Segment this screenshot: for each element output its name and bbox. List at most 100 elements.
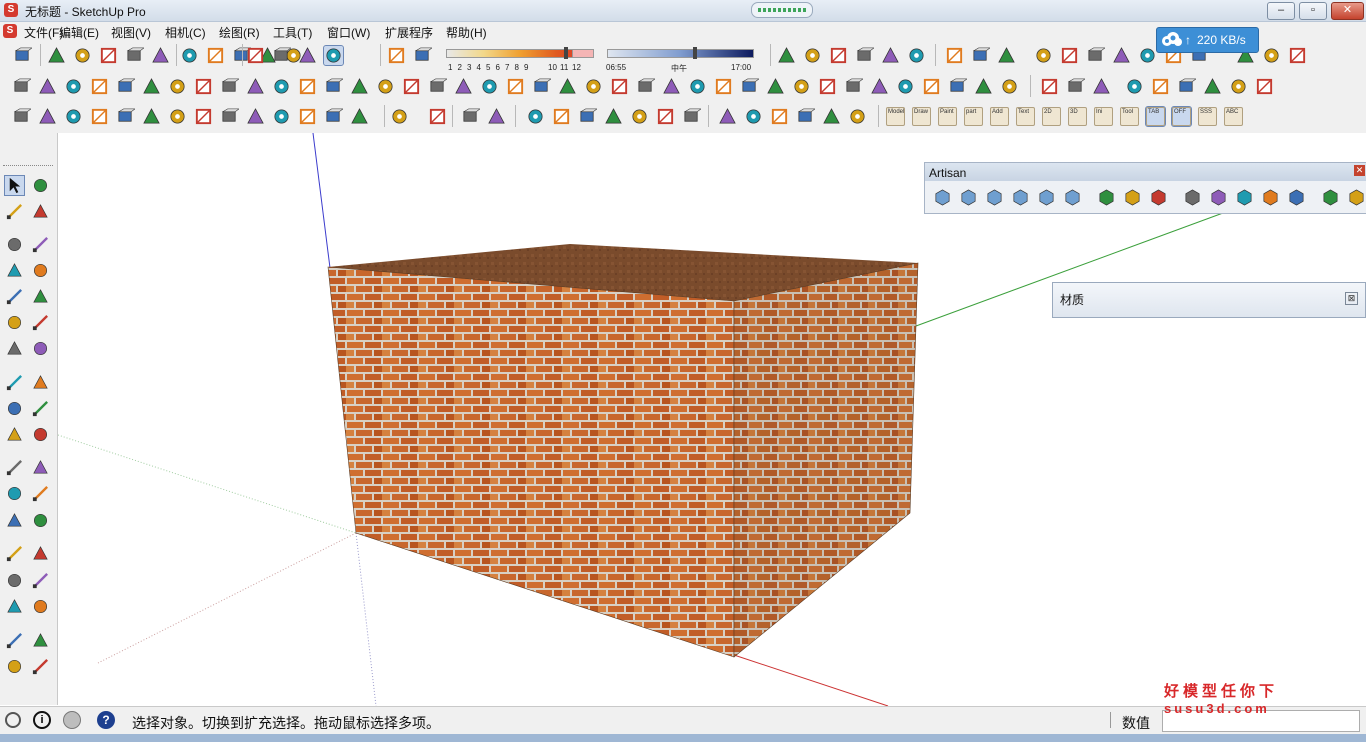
close-button[interactable]: ✕ (1331, 2, 1364, 20)
scale-icon[interactable] (5, 425, 24, 444)
menu-window[interactable]: 窗口(W) (327, 24, 370, 41)
artisan-tool-icon[interactable] (1347, 188, 1366, 207)
toolbar-tool-icon[interactable] (376, 77, 395, 96)
artisan-tool-icon[interactable] (985, 188, 1004, 207)
plugin-tool-icon[interactable] (1060, 46, 1079, 65)
toolbar-tool-icon[interactable] (272, 46, 292, 65)
text-tool-button-part[interactable]: part (964, 107, 983, 126)
menu-draw[interactable]: 绘图(R) (219, 24, 260, 41)
offset-icon[interactable] (31, 425, 50, 444)
toolbar-tool-icon[interactable] (428, 77, 448, 96)
artisan-tool-icon[interactable] (1011, 188, 1030, 207)
solid-tool-icon[interactable] (822, 107, 841, 126)
toolbar-tool-icon[interactable] (168, 77, 187, 96)
drawing-viewport[interactable] (58, 133, 1366, 706)
extension-tool-icon[interactable] (945, 46, 964, 65)
toolbar-tool-icon[interactable] (12, 107, 32, 126)
toolbar-tool-icon[interactable] (194, 77, 213, 96)
axis-tool-icon[interactable] (578, 107, 598, 126)
toolbar-tool-icon[interactable] (64, 107, 83, 126)
toolbar-tool-icon[interactable] (90, 77, 109, 96)
toolbar-tool-icon[interactable] (90, 107, 109, 126)
view-tool-icon[interactable] (907, 46, 926, 65)
toolbar-tool-icon[interactable] (151, 46, 170, 65)
plugin-tool-icon[interactable] (1288, 46, 1307, 65)
menu-camera[interactable]: 相机(C) (165, 24, 206, 41)
axis-tool-icon[interactable] (630, 107, 649, 126)
toolbar-tool-icon[interactable] (194, 107, 213, 126)
plugin-tool-icon[interactable] (1034, 46, 1053, 65)
plugin-tool-icon[interactable] (1255, 77, 1274, 96)
palette-grip[interactable] (3, 165, 53, 168)
toolbar-tool-icon[interactable] (413, 46, 433, 65)
brick-box-front[interactable] (327, 266, 735, 658)
toolbar-tool-icon[interactable] (324, 77, 344, 96)
walk-icon[interactable] (5, 657, 24, 676)
toolbar-tool-icon[interactable] (896, 77, 915, 96)
artisan-tool-icon[interactable] (1123, 188, 1142, 207)
menu-extensions[interactable]: 扩展程序 (385, 24, 433, 41)
artisan-tool-icon[interactable] (1261, 188, 1280, 207)
menu-file[interactable]: 文件(F) (24, 24, 63, 41)
three-point-arc-icon[interactable] (31, 339, 50, 358)
toolbar-tool-icon[interactable] (272, 107, 291, 126)
view-tool-icon[interactable] (777, 46, 796, 65)
toolbar-tool-icon[interactable] (688, 77, 707, 96)
toolbar-tool-icon[interactable] (220, 77, 240, 96)
toolbar-tool-icon[interactable] (636, 77, 656, 96)
freehand-icon[interactable] (31, 235, 50, 254)
toolbar-tool-icon[interactable] (99, 46, 118, 65)
toolbar-tool-icon[interactable] (662, 77, 681, 96)
maximize-button[interactable]: ▫ (1299, 2, 1327, 20)
pan-icon[interactable] (31, 544, 50, 563)
view-tool-icon[interactable] (803, 46, 822, 65)
tape-measure-icon[interactable] (5, 458, 24, 477)
toolbar-tool-icon[interactable] (350, 77, 369, 96)
dimension-icon[interactable] (461, 107, 481, 126)
axis-tool-icon[interactable] (604, 107, 623, 126)
toolbar-tool-icon[interactable] (142, 77, 161, 96)
zoom-window-icon[interactable] (31, 571, 50, 590)
text-tool-button-model[interactable]: Model (886, 107, 905, 126)
plugin-tool-icon[interactable] (1066, 77, 1086, 96)
text-tool-button-3d[interactable]: 3D (1068, 107, 1087, 126)
solid-tool-icon[interactable] (744, 107, 763, 126)
toolbar-tool-icon[interactable] (38, 77, 57, 96)
axes-icon[interactable] (31, 484, 50, 503)
orbit-icon[interactable] (5, 544, 24, 563)
toolbar-tool-icon[interactable] (125, 46, 145, 65)
toolbar-tool-icon[interactable] (948, 77, 968, 96)
geolocation-icon[interactable] (5, 712, 21, 728)
toolbar-tool-icon[interactable] (506, 77, 525, 96)
toolbar-tool-icon[interactable] (298, 77, 317, 96)
toolbar-tool-icon[interactable] (350, 107, 369, 126)
toolbar-tool-icon[interactable] (12, 77, 32, 96)
select-icon[interactable] (4, 175, 25, 196)
polygon-icon[interactable] (31, 287, 50, 306)
rotate-icon[interactable] (5, 399, 24, 418)
line-icon[interactable] (5, 235, 24, 254)
time-slider[interactable] (607, 49, 754, 58)
previous-icon[interactable] (31, 597, 50, 616)
extension-tool-icon[interactable] (997, 46, 1016, 65)
two-point-arc-icon[interactable] (5, 339, 24, 358)
toolbar-tool-icon[interactable] (116, 107, 136, 126)
toolbar-tool-icon[interactable] (387, 46, 406, 65)
view-tool-icon[interactable] (881, 46, 900, 65)
zoom-icon[interactable] (5, 571, 24, 590)
toolbar-tool-icon[interactable] (922, 77, 941, 96)
extension-tool-icon[interactable] (971, 46, 991, 65)
artisan-tool-icon[interactable] (1235, 188, 1254, 207)
toolbar-tool-icon[interactable] (220, 107, 240, 126)
solid-tool-icon[interactable] (770, 107, 789, 126)
text-tool-button-add[interactable]: Add (990, 107, 1009, 126)
user-account-icon[interactable] (63, 711, 81, 729)
toolbar-tool-icon[interactable] (73, 46, 92, 65)
toolbar-tool-icon[interactable] (584, 77, 603, 96)
toolbar-tool-icon[interactable] (974, 77, 993, 96)
toolbar-tool-icon[interactable] (180, 46, 199, 65)
toolbar-tool-icon[interactable] (298, 46, 317, 65)
minimize-button[interactable]: – (1267, 2, 1295, 20)
artisan-tool-icon[interactable] (1037, 188, 1056, 207)
plugin-tool-icon[interactable] (1151, 77, 1170, 96)
